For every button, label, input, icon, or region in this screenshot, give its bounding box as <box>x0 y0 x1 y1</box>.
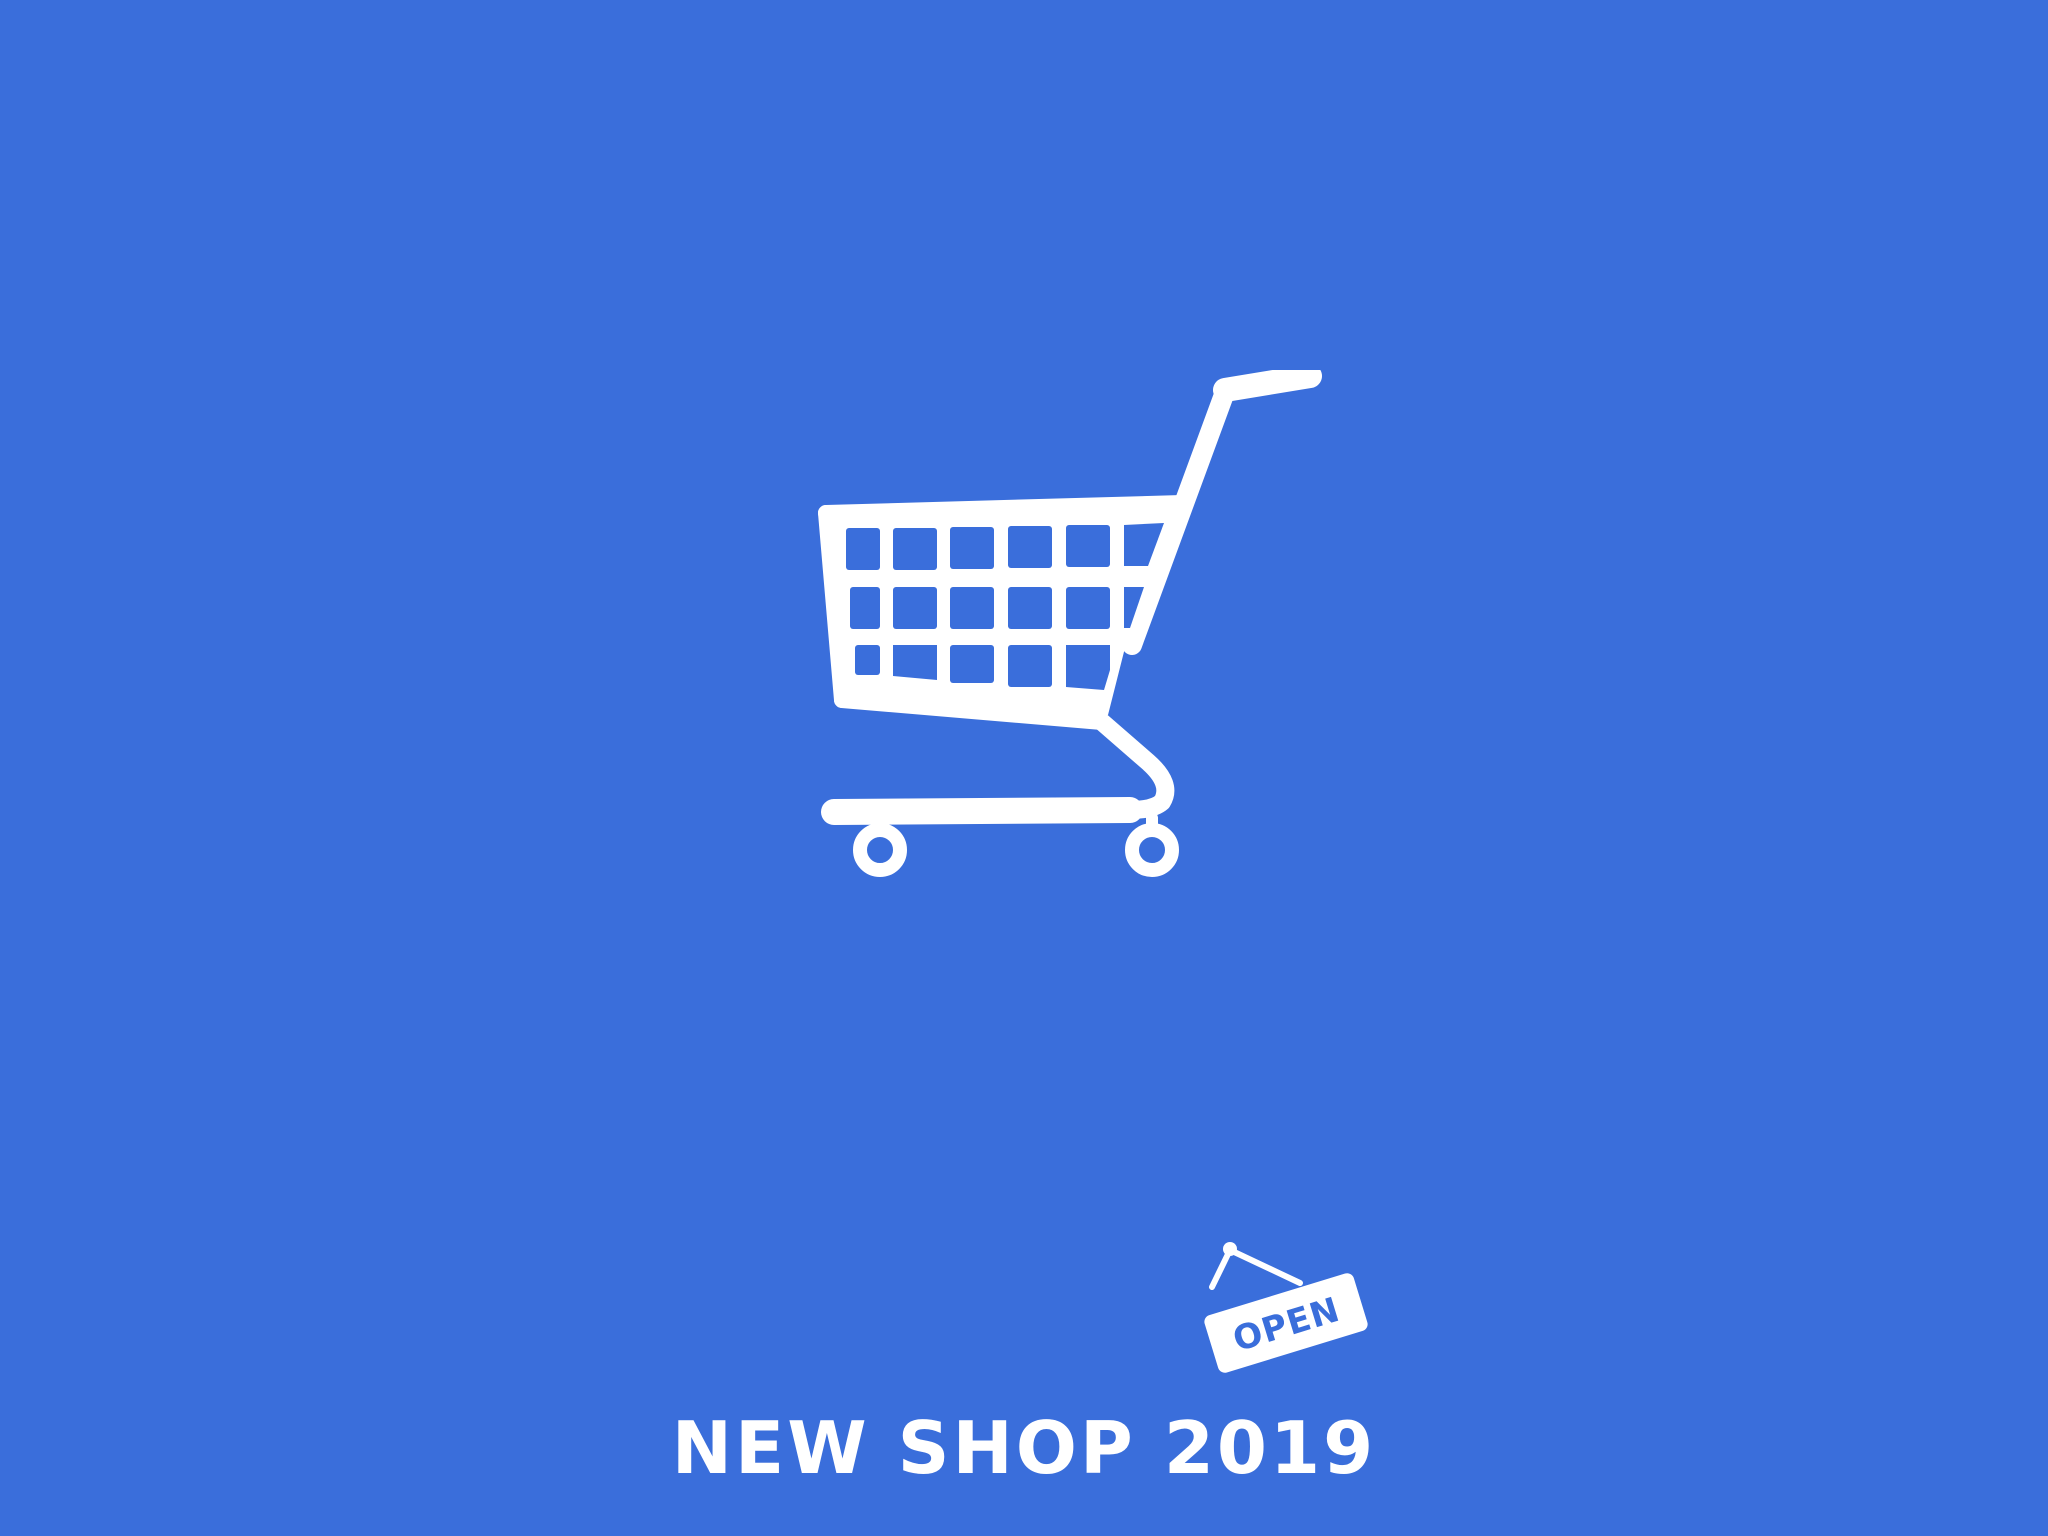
headline-new-shop: NEW SHOP 2019 <box>671 1406 1377 1490</box>
shopping-cart-icon <box>818 370 1322 877</box>
poster-canvas: OPEN NEW SHOP 2019 <box>0 0 2048 1536</box>
open-sign-icon: OPEN <box>1204 1242 1368 1373</box>
